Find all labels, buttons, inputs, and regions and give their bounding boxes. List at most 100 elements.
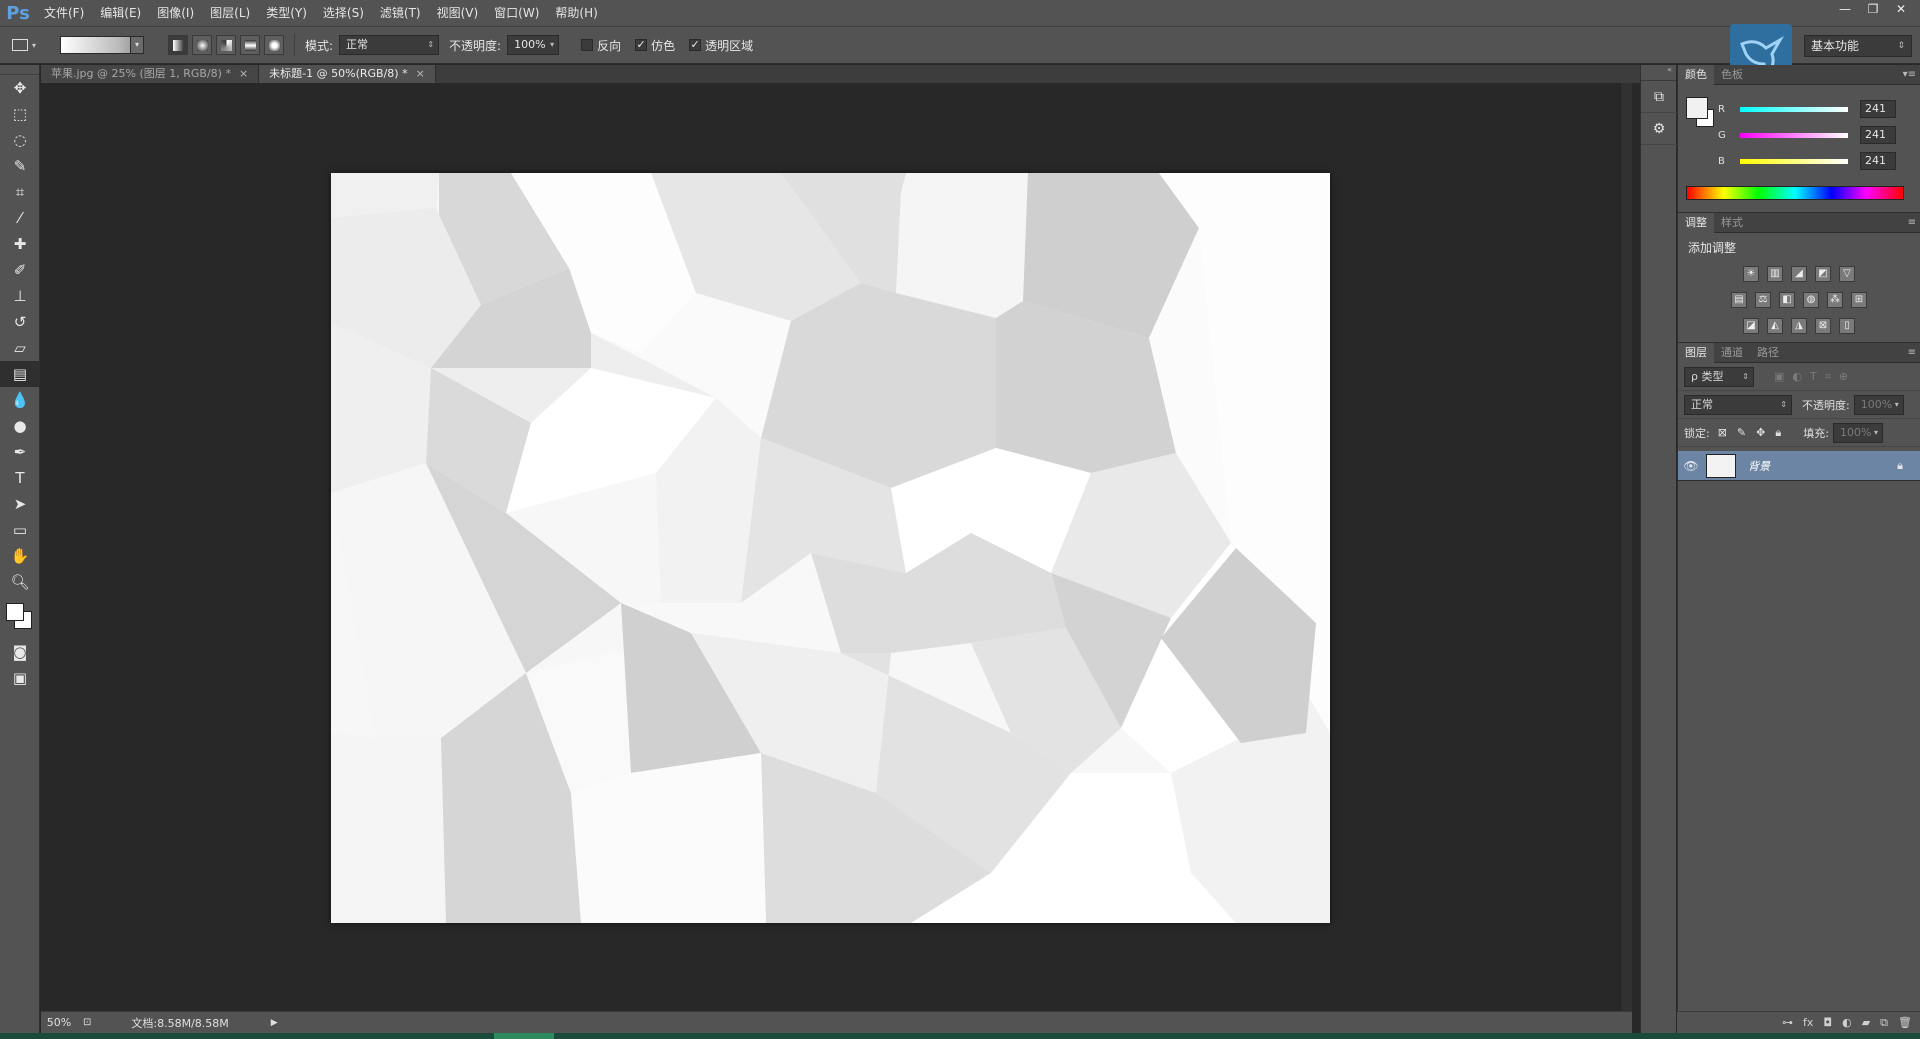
layer-opacity-field[interactable]: 100% ▾ — [1853, 394, 1904, 415]
angle-gradient-button[interactable] — [216, 35, 236, 55]
rectangle-tool-icon[interactable]: ▭ — [0, 517, 40, 543]
zoom-level[interactable]: 50% — [41, 1016, 77, 1029]
selective-color-icon[interactable]: ⊠ — [1815, 318, 1831, 334]
collapse-icon[interactable]: « — [1641, 65, 1676, 81]
healing-brush-tool-icon[interactable]: ✚ — [0, 231, 40, 257]
menu-file[interactable]: 文件(F) — [36, 0, 92, 26]
quick-select-tool-icon[interactable]: ✎ — [0, 153, 40, 179]
layer-background[interactable]: 👁︎ 背景 🔒︎ — [1678, 451, 1920, 481]
layer-name[interactable]: 背景 — [1748, 458, 1770, 474]
radial-gradient-button[interactable] — [192, 35, 212, 55]
screen-mode-icon[interactable]: ▣ — [0, 665, 40, 691]
menu-view[interactable]: 视图(V) — [429, 0, 487, 26]
tab-styles[interactable]: 样式 — [1714, 213, 1750, 233]
lasso-tool-icon[interactable]: ◌ — [0, 127, 40, 153]
crop-tool-icon[interactable]: ⌗ — [0, 179, 40, 205]
move-tool-icon[interactable]: ✥ — [0, 75, 40, 101]
blue-value[interactable]: 241 — [1860, 152, 1896, 170]
curves-icon[interactable]: ◢ — [1791, 266, 1807, 282]
vertical-scrollbar[interactable] — [1620, 83, 1632, 1011]
reflected-gradient-button[interactable] — [240, 35, 260, 55]
close-icon[interactable]: × — [416, 67, 425, 80]
color-spectrum[interactable] — [1686, 186, 1904, 200]
gradient-preview[interactable]: ▾ — [60, 36, 144, 54]
mode-select[interactable]: 正常 ⇕ — [339, 35, 440, 55]
foreground-color-swatch[interactable] — [6, 603, 24, 621]
history-brush-tool-icon[interactable]: ↺ — [0, 309, 40, 335]
menu-filter[interactable]: 滤镜(T) — [372, 0, 429, 26]
reverse-checkbox[interactable]: 反向 — [581, 37, 621, 54]
color-balance-icon[interactable]: ⚖ — [1755, 292, 1771, 308]
history-panel-icon[interactable]: ⧉ — [1641, 81, 1677, 113]
lock-icons[interactable]: ⊠✎✥🔒︎ — [1718, 426, 1792, 440]
fx-icon[interactable]: fx — [1803, 1016, 1813, 1029]
green-value[interactable]: 241 — [1860, 126, 1896, 144]
close-icon[interactable]: × — [239, 67, 248, 80]
vibrance-icon[interactable]: ▽ — [1839, 266, 1855, 282]
workspace-select[interactable]: 基本功能 ⇕ — [1804, 35, 1912, 57]
menu-edit[interactable]: 编辑(E) — [92, 0, 149, 26]
taskbar-active-item[interactable] — [494, 1033, 554, 1039]
doc-tab-apple[interactable]: 苹果.jpg @ 25% (图层 1, RGB/8) * × — [41, 65, 260, 83]
type-tool-icon[interactable]: T — [0, 465, 40, 491]
gradient-tool-icon[interactable]: ▤ — [0, 361, 40, 387]
dodge-tool-icon[interactable]: ● — [0, 413, 40, 439]
threshold-icon[interactable]: ◮ — [1791, 318, 1807, 334]
tab-swatches[interactable]: 色板 — [1714, 65, 1750, 85]
marquee-tool-icon[interactable]: ⬚ — [0, 101, 40, 127]
brush-tool-icon[interactable]: ✐ — [0, 257, 40, 283]
reverse-checkbox-box[interactable] — [581, 39, 594, 51]
pen-tool-icon[interactable]: ✒ — [0, 439, 40, 465]
menu-image[interactable]: 图像(I) — [149, 0, 202, 26]
zoom-tool-icon[interactable]: 🔍︎ — [0, 569, 40, 595]
menu-type[interactable]: 类型(Y) — [258, 0, 315, 26]
link-icon[interactable]: ⊶ — [1782, 1016, 1793, 1029]
new-layer-icon[interactable]: ⧉ — [1880, 1016, 1888, 1030]
check-icon[interactable]: ✓ — [689, 39, 702, 51]
tab-color[interactable]: 颜色 — [1678, 64, 1714, 85]
status-icon[interactable]: ⊡ — [83, 1017, 91, 1028]
invert-icon[interactable]: ◪ — [1743, 318, 1759, 334]
document-canvas[interactable] — [331, 173, 1330, 923]
menu-help[interactable]: 帮助(H) — [547, 0, 605, 26]
posterize-icon[interactable]: ◭ — [1767, 318, 1783, 334]
color-lookup-icon[interactable]: ⊞ — [1851, 292, 1867, 308]
menu-window[interactable]: 窗口(W) — [486, 0, 547, 26]
close-button[interactable]: ✕ — [1888, 0, 1914, 18]
restore-button[interactable]: ❐ — [1860, 0, 1886, 18]
gradient-dropdown-icon[interactable]: ▾ — [130, 36, 144, 54]
clone-stamp-tool-icon[interactable]: ⊥ — [0, 283, 40, 309]
minimize-button[interactable]: — — [1832, 0, 1858, 18]
menu-select[interactable]: 选择(S) — [315, 0, 372, 26]
black-white-icon[interactable]: ◧ — [1779, 292, 1795, 308]
quick-mask-icon[interactable]: ◙ — [0, 639, 40, 665]
transparency-checkbox[interactable]: ✓ 透明区域 — [689, 37, 753, 54]
diamond-gradient-button[interactable] — [264, 35, 284, 55]
blue-slider[interactable] — [1740, 158, 1848, 164]
tab-adjustments[interactable]: 调整 — [1678, 212, 1714, 233]
channel-mixer-icon[interactable]: ⁂ — [1827, 292, 1843, 308]
layer-filter-select[interactable]: ρ 类型 ⇕ — [1684, 366, 1754, 387]
green-slider[interactable] — [1740, 132, 1848, 138]
hand-tool-icon[interactable]: ✋ — [0, 543, 40, 569]
tool-preset-picker[interactable]: ▾ — [12, 33, 52, 57]
eraser-tool-icon[interactable]: ▱ — [0, 335, 40, 361]
panel-menu-icon[interactable]: ≡ — [1908, 343, 1916, 363]
linear-gradient-button[interactable] — [168, 35, 188, 55]
menu-layer[interactable]: 图层(L) — [202, 0, 258, 26]
red-value[interactable]: 241 — [1860, 100, 1896, 118]
tab-paths[interactable]: 路径 — [1750, 343, 1786, 363]
foreground-color-swatch[interactable] — [1686, 97, 1708, 119]
visibility-eye-icon[interactable]: 👁︎ — [1678, 459, 1704, 473]
chevron-right-icon[interactable]: ▶ — [271, 1018, 278, 1028]
panel-grip[interactable] — [0, 65, 39, 75]
tab-layers[interactable]: 图层 — [1678, 342, 1714, 363]
mask-icon[interactable]: ◘ — [1823, 1016, 1832, 1029]
dither-checkbox[interactable]: ✓ 仿色 — [635, 37, 675, 54]
photo-filter-icon[interactable]: ◍ — [1803, 292, 1819, 308]
check-icon[interactable]: ✓ — [635, 39, 648, 51]
layer-thumbnail[interactable] — [1706, 453, 1736, 478]
folder-icon[interactable]: ▰ — [1862, 1016, 1870, 1029]
tab-channels[interactable]: 通道 — [1714, 343, 1750, 363]
adjustment-layer-icon[interactable]: ◐ — [1842, 1016, 1852, 1029]
